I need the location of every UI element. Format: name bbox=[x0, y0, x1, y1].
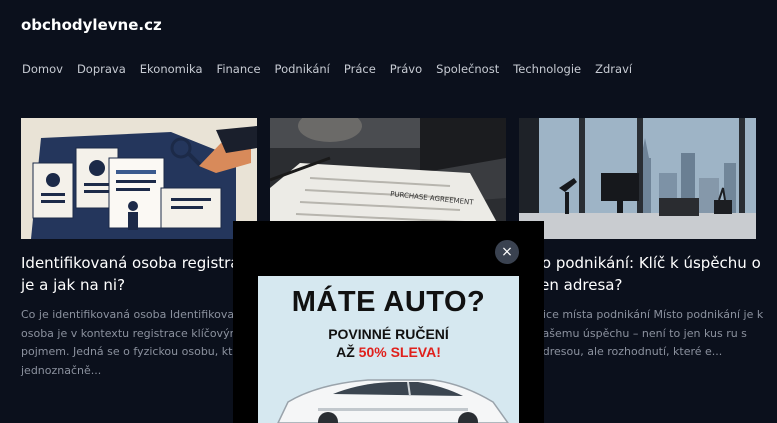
ad-headline: MÁTE AUTO? bbox=[291, 286, 486, 318]
main-nav: Domov Doprava Ekonomika Finance Podnikán… bbox=[21, 62, 633, 76]
article-thumbnail[interactable] bbox=[519, 118, 756, 239]
nav-item-doprava[interactable]: Doprava bbox=[76, 62, 127, 76]
nav-item-spolecnost[interactable]: Společnost bbox=[435, 62, 500, 76]
nav-item-domov[interactable]: Domov bbox=[21, 62, 64, 76]
nav-item-podnikani[interactable]: Podnikání bbox=[274, 62, 331, 76]
article-title[interactable]: to podnikání: Klíč k úspěchu o jen adres… bbox=[536, 252, 766, 296]
nav-item-ekonomika[interactable]: Ekonomika bbox=[139, 62, 204, 76]
nav-item-technologie[interactable]: Technologie bbox=[512, 62, 582, 76]
article-excerpt: Co je identifikovaná osoba Identifikovan… bbox=[21, 308, 251, 377]
ad-subline: POVINNÉ RUČENÍ bbox=[328, 326, 449, 342]
nav-item-finance[interactable]: Finance bbox=[216, 62, 262, 76]
nav-item-pravo[interactable]: Právo bbox=[389, 62, 423, 76]
close-button[interactable]: × bbox=[495, 240, 519, 264]
close-icon: × bbox=[501, 244, 513, 260]
ad-offer: AŽ 50% SLEVA! bbox=[258, 344, 519, 360]
ad-offer-prefix: AŽ bbox=[336, 344, 359, 360]
ad-banner[interactable]: MÁTE AUTO? POVINNÉ RUČENÍ AŽ 50% SLEVA! bbox=[258, 276, 519, 423]
car-image bbox=[277, 379, 509, 423]
nav-item-prace[interactable]: Práce bbox=[343, 62, 377, 76]
ad-offer-highlight: 50% SLEVA! bbox=[358, 344, 441, 360]
nav-item-zdravi[interactable]: Zdraví bbox=[594, 62, 633, 76]
article-thumbnail[interactable] bbox=[21, 118, 257, 239]
site-title[interactable]: obchodylevne.cz bbox=[21, 16, 162, 34]
article-excerpt: nice místa podnikání Místo podnikání je … bbox=[536, 308, 764, 358]
popup-modal: × MÁTE AUTO? POVINNÉ RUČENÍ AŽ 50% SLEVA… bbox=[233, 221, 544, 423]
